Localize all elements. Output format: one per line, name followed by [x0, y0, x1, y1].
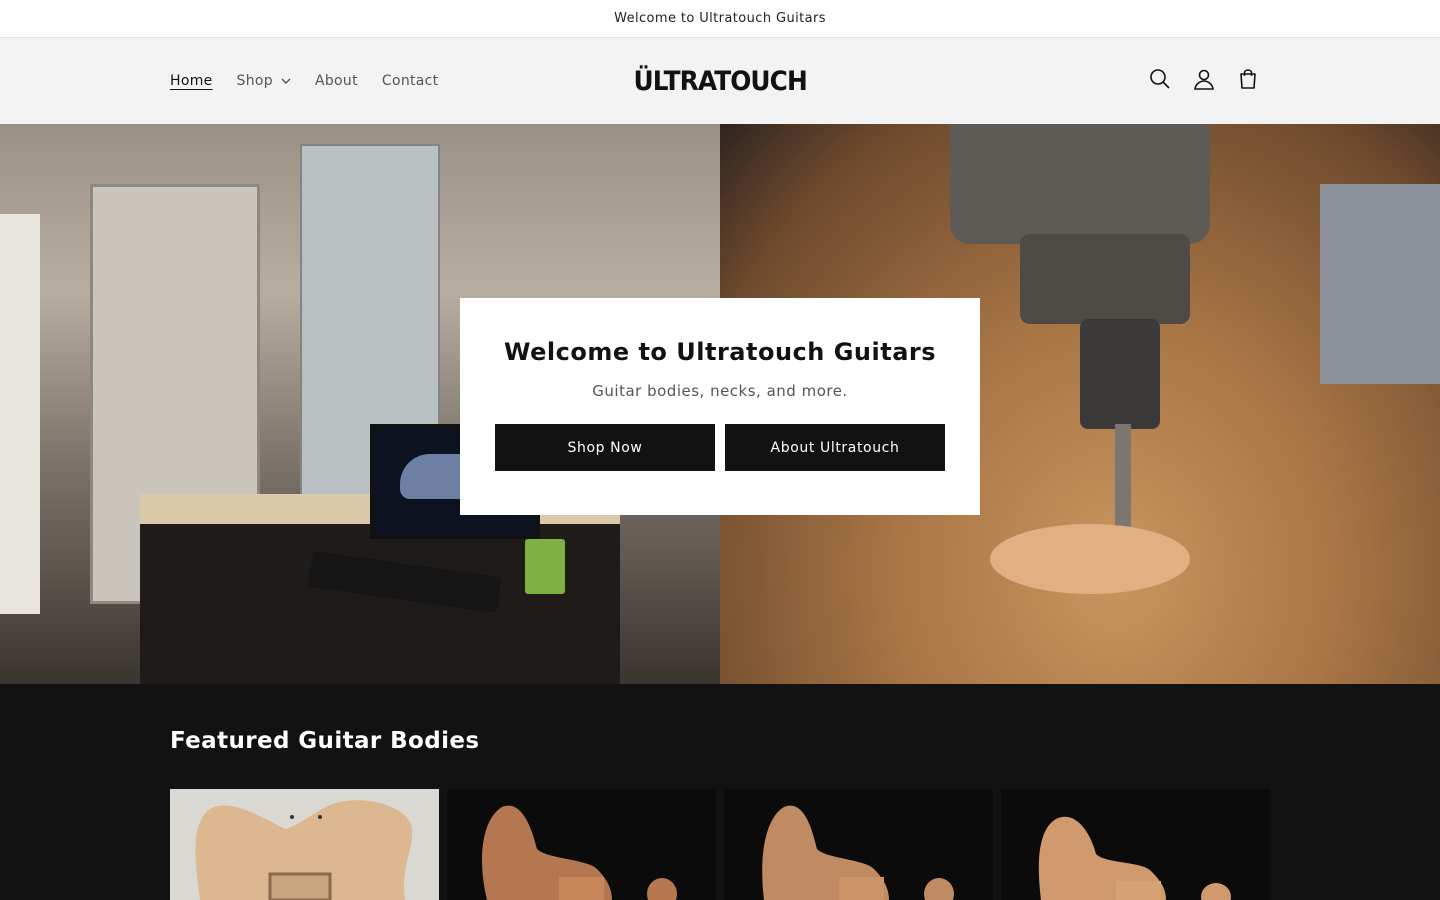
site-header: Home Shop About Contact ÜLTRATOUCH — [0, 38, 1440, 124]
account-button[interactable] — [1182, 59, 1226, 103]
search-icon — [1149, 68, 1171, 94]
hero-subtitle: Guitar bodies, necks, and more. — [592, 382, 848, 400]
guitar-body-image — [482, 805, 677, 900]
hero-banner: Welcome to Ultratouch Guitars Guitar bod… — [0, 124, 1440, 684]
product-card[interactable] — [447, 789, 716, 900]
announcement-bar: Welcome to Ultratouch Guitars — [0, 0, 1440, 38]
product-card[interactable] — [1001, 789, 1270, 900]
guitar-body-image — [1038, 816, 1231, 900]
search-button[interactable] — [1138, 59, 1182, 103]
guitar-body-image — [762, 805, 954, 900]
chevron-down-icon — [281, 78, 291, 84]
nav-contact-link[interactable]: Contact — [382, 73, 439, 89]
product-grid — [170, 789, 1270, 900]
nav-shop-label: Shop — [236, 73, 273, 89]
hero-buttons: Shop Now About Ultratouch — [460, 424, 980, 471]
announcement-text: Welcome to Ultratouch Guitars — [614, 11, 826, 26]
featured-title: Featured Guitar Bodies — [170, 728, 480, 754]
site-logo[interactable]: ÜLTRATOUCH — [633, 62, 807, 100]
cart-icon — [1237, 68, 1259, 94]
main-nav: Home Shop About Contact — [170, 38, 462, 124]
hero-card: Welcome to Ultratouch Guitars Guitar bod… — [460, 298, 980, 515]
guitar-body-image — [195, 800, 413, 900]
about-ultratouch-button[interactable]: About Ultratouch — [725, 424, 945, 471]
nav-home-link[interactable]: Home — [170, 73, 213, 89]
nav-shop-link[interactable]: Shop — [237, 73, 291, 89]
header-icons — [1138, 38, 1270, 124]
shop-now-button[interactable]: Shop Now — [495, 424, 715, 471]
nav-about-link[interactable]: About — [315, 73, 358, 89]
logo-text: ÜLTRATOUCH — [633, 65, 807, 97]
featured-collection: Featured Guitar Bodies — [0, 684, 1440, 900]
product-card[interactable] — [170, 789, 439, 900]
hero-title: Welcome to Ultratouch Guitars — [503, 338, 937, 366]
cart-button[interactable] — [1226, 59, 1270, 103]
account-icon — [1193, 68, 1215, 94]
product-card[interactable] — [724, 789, 993, 900]
